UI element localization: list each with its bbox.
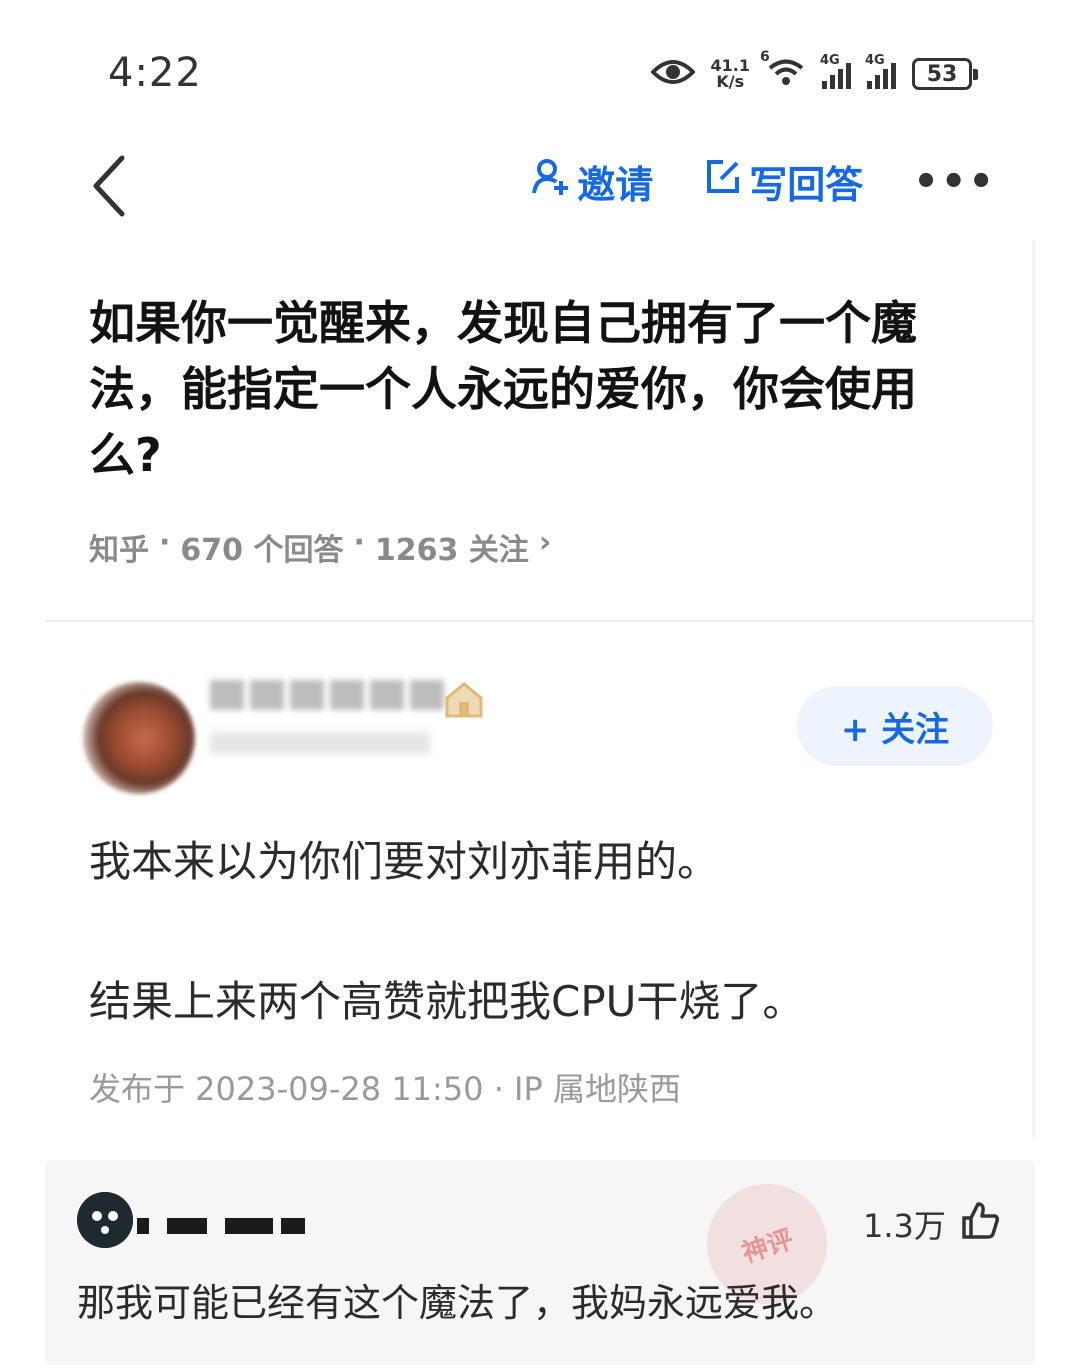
battery-level: 53 (926, 61, 958, 87)
comment-avatar[interactable] (77, 1192, 133, 1248)
net-speed: 41.1 K/s (711, 58, 750, 90)
answer-text-line[interactable]: 我本来以为你们要对刘亦菲用的。 (89, 828, 719, 889)
more-icon[interactable]: ••• (913, 159, 996, 205)
answers-count: 670 个回答 (180, 533, 344, 568)
badge-icon (441, 680, 487, 720)
invite-button[interactable]: 邀请 (531, 154, 653, 209)
battery-icon: 53 (912, 58, 978, 90)
author-name-blurred[interactable] (210, 680, 444, 710)
edit-icon (703, 157, 743, 206)
comment-author-masked (137, 1218, 305, 1234)
question-title[interactable]: 如果你一觉醒来，发现自己拥有了一个魔法，能指定一个人永远的爱你，你会使用么? (89, 290, 989, 488)
wifi-label: 6 (760, 49, 770, 65)
followers-count: 1263 关注 (374, 533, 529, 568)
answer-card: + 关注 我本来以为你们要对刘亦菲用的。 结果上来两个高赞就把我CPU干烧了。 … (45, 622, 1035, 1137)
answer-text-line[interactable]: 结果上来两个高赞就把我CPU干烧了。 (89, 968, 804, 1029)
question-source: 知乎 (89, 533, 149, 568)
eye-icon (649, 58, 696, 90)
wifi-icon: 6 (760, 49, 806, 91)
follow-button[interactable]: + 关注 (797, 686, 993, 766)
publish-info: 发布于 2023-09-28 11:50 · IP 属地陕西 (89, 1070, 681, 1108)
net-speed-unit: K/s (716, 72, 745, 91)
chevron-right-icon: › (538, 525, 552, 560)
nav-actions: 邀请 写回答 ••• (531, 154, 996, 209)
question-card: 如果你一觉醒来，发现自己拥有了一个魔法，能指定一个人永远的爱你，你会使用么? 知… (45, 240, 1035, 620)
top-nav: 邀请 写回答 ••• (0, 140, 1080, 230)
thumbs-up-icon (960, 1200, 1000, 1248)
avatar[interactable] (83, 682, 195, 794)
person-add-icon (531, 157, 571, 206)
sim2-label: 4G (865, 53, 885, 68)
status-time: 4:22 (108, 50, 202, 96)
meta-separator: · (353, 525, 365, 560)
question-page: 4:22 41.1 K/s 6 4G 4G 53 邀请 写回答 ••• 如果你一… (0, 0, 1080, 1370)
author-headline-blurred (210, 732, 430, 754)
signal-icon: 4G (865, 53, 896, 89)
signal-icon: 4G (820, 53, 851, 89)
status-bar: 4:22 41.1 K/s 6 4G 4G 53 (0, 0, 1080, 130)
invite-label: 邀请 (577, 163, 654, 207)
status-icons: 41.1 K/s 6 4G 4G 53 (649, 49, 978, 96)
like-button[interactable]: 1.3万 (863, 1200, 1000, 1248)
sim1-label: 4G (820, 53, 840, 68)
meta-separator: · (159, 525, 171, 560)
like-count: 1.3万 (863, 1207, 946, 1245)
back-chevron-icon[interactable] (82, 148, 138, 224)
question-meta[interactable]: 知乎 · 670 个回答 · 1263 关注 › (89, 525, 551, 569)
comment-text: 那我可能已经有这个魔法了，我妈永远爱我。 (77, 1281, 838, 1325)
top-comment[interactable]: 神评 1.3万 那我可能已经有这个魔法了，我妈永远爱我。 (45, 1160, 1035, 1365)
write-answer-button[interactable]: 写回答 (703, 154, 863, 209)
write-answer-label: 写回答 (749, 163, 864, 207)
